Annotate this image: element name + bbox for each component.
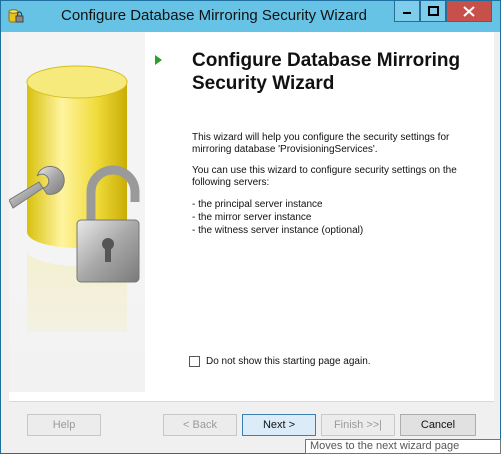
window-title: Configure Database Mirroring Security Wi… xyxy=(61,7,367,24)
next-button[interactable]: Next > xyxy=(242,414,316,436)
play-arrow-icon xyxy=(155,55,162,65)
page-title: Configure Database Mirroring Security Wi… xyxy=(192,50,461,94)
database-icon xyxy=(8,8,24,24)
do-not-show-option[interactable]: Do not show this starting page again. xyxy=(189,356,371,367)
title-bar[interactable]: Configure Database Mirroring Security Wi… xyxy=(1,1,500,32)
intro-paragraph-1: This wizard will help you configure the … xyxy=(192,132,450,155)
server-list: - the principal server instance - the mi… xyxy=(192,198,487,237)
intro-text: This wizard will help you configure the … xyxy=(192,132,487,237)
wizard-window: Configure Database Mirroring Security Wi… xyxy=(0,0,501,454)
wizard-content: Configure Database Mirroring Security Wi… xyxy=(9,32,494,447)
next-button-tooltip: Moves to the next wizard page xyxy=(305,439,501,454)
database-wrench-lock-illustration xyxy=(9,32,145,392)
minimize-icon xyxy=(403,12,411,14)
back-button[interactable]: < Back xyxy=(163,414,237,436)
help-button[interactable]: Help xyxy=(27,414,101,436)
close-button[interactable] xyxy=(446,1,492,22)
list-item: - the mirror server instance xyxy=(192,212,312,223)
do-not-show-checkbox[interactable] xyxy=(189,356,200,367)
close-icon xyxy=(463,5,475,17)
intro-paragraph-2: You can use this wizard to configure sec… xyxy=(192,165,457,188)
minimize-button[interactable] xyxy=(394,1,420,22)
list-item: - the witness server instance (optional) xyxy=(192,225,364,236)
maximize-button[interactable] xyxy=(420,1,446,22)
finish-button[interactable]: Finish >>| xyxy=(321,414,395,436)
maximize-icon xyxy=(427,6,439,16)
cancel-button[interactable]: Cancel xyxy=(400,414,476,436)
do-not-show-label: Do not show this starting page again. xyxy=(206,356,371,367)
list-item: - the principal server instance xyxy=(192,199,323,210)
